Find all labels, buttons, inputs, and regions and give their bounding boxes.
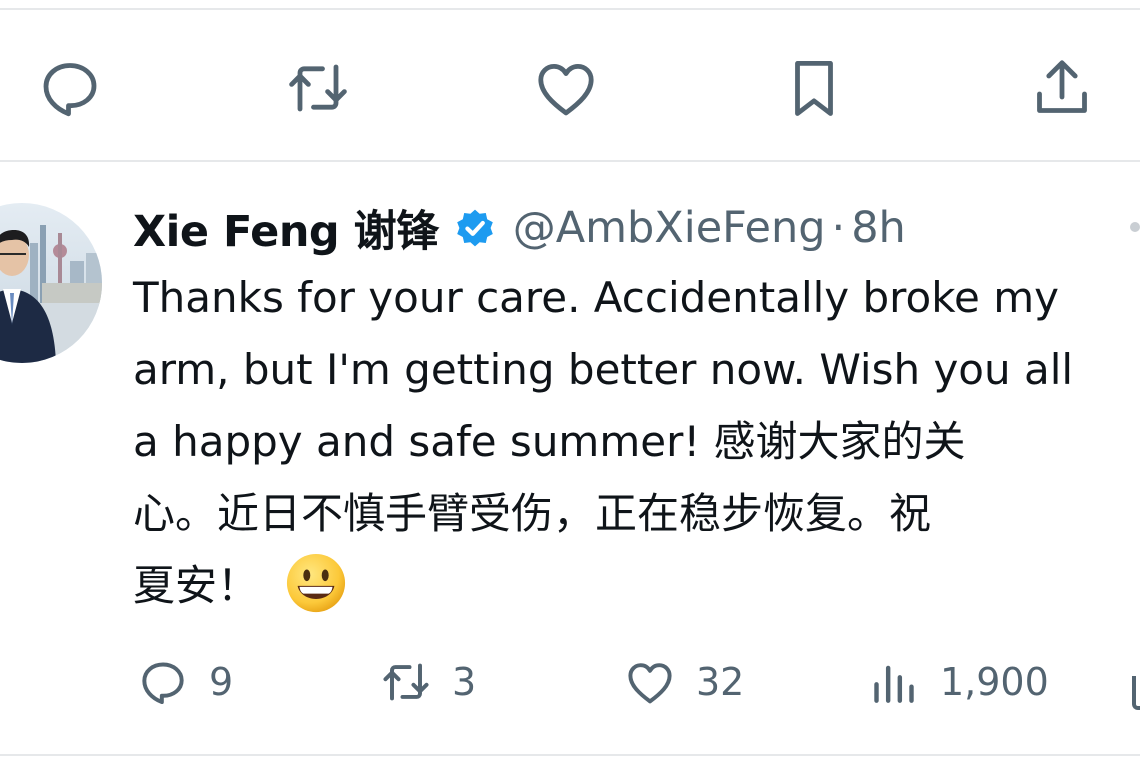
smiley-emoji-icon [285, 552, 347, 614]
divider-bottom [0, 754, 1140, 756]
share-button-top[interactable] [1017, 40, 1107, 135]
tweet-text-line: a happy and safe summer! 感谢大家的关 [133, 417, 966, 466]
avatar[interactable] [0, 203, 102, 363]
tweet-text-line: arm, but I'm getting better now. Wish yo… [133, 345, 1074, 394]
like-count: 32 [696, 660, 745, 704]
like-icon [628, 663, 672, 704]
like-button-top[interactable] [521, 40, 611, 135]
tweet-screenshot: Xie Feng 谢锋 @AmbXieFeng · 8h Thanks for … [0, 0, 1140, 760]
previous-tweet-action-bar [0, 40, 1140, 135]
bookmark-button-top[interactable] [769, 40, 859, 135]
share-icon[interactable] [1132, 676, 1140, 710]
tweet-header: Xie Feng 谢锋 @AmbXieFeng · 8h [133, 192, 906, 264]
verified-badge-icon [456, 209, 493, 247]
author-handle[interactable]: @AmbXieFeng [513, 203, 826, 253]
views-button[interactable]: 1,900 [866, 650, 1049, 714]
retweet-icon [383, 663, 429, 701]
view-count: 1,900 [940, 660, 1049, 704]
divider-middle [0, 160, 1140, 162]
tweet-text-line: Thanks for your care. Accidentally broke… [133, 273, 1059, 322]
tweet-engagement-bar: 9 3 32 1,900 [0, 650, 1140, 714]
reply-icon [43, 62, 97, 116]
tweet-timestamp[interactable]: 8h [851, 203, 906, 253]
tweet-text-segment: 夏安！ [133, 561, 260, 610]
tweet-body: Thanks for your care. Accidentally broke… [133, 262, 1140, 622]
share-icon [1037, 59, 1087, 113]
reply-icon [142, 662, 184, 705]
reply-button-top[interactable] [25, 40, 115, 135]
reply-count: 9 [209, 660, 234, 704]
like-button[interactable]: 32 [622, 650, 744, 714]
more-options-icon[interactable] [1130, 222, 1140, 232]
retweet-count: 3 [452, 660, 477, 704]
divider-top [0, 8, 1140, 10]
retweet-icon [289, 64, 347, 111]
views-chart-icon [874, 665, 914, 703]
separator-dot: · [831, 203, 846, 253]
like-icon [538, 63, 594, 115]
retweet-button-top[interactable] [273, 40, 363, 135]
tweet-text-line-last: 夏安！ [133, 550, 1140, 622]
author-display-name[interactable]: Xie Feng 谢锋 [133, 197, 439, 259]
profile-photo [0, 203, 102, 363]
tweet-text-line: 心。近日不慎手臂受伤，正在稳步恢复。祝 [133, 489, 932, 538]
bookmark-icon [795, 60, 833, 116]
reply-button[interactable]: 9 [135, 650, 233, 714]
retweet-button[interactable]: 3 [378, 650, 476, 714]
